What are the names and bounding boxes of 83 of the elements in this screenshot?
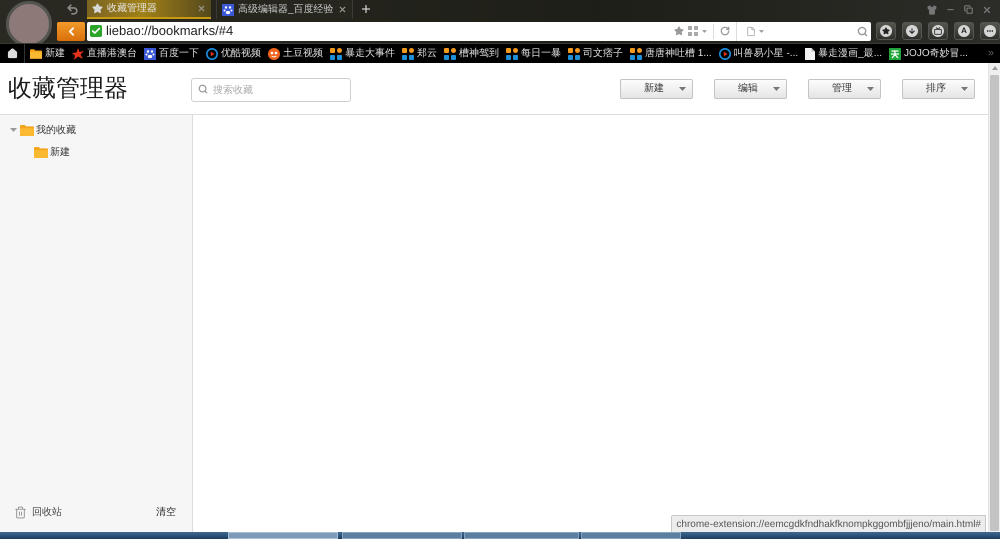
paw-icon: [222, 4, 234, 16]
scroll-up-icon[interactable]: [992, 66, 998, 70]
folder-icon: [20, 124, 34, 136]
scrollbar-thumb[interactable]: [990, 75, 999, 531]
bookmark-link[interactable]: 每日一暴: [521, 46, 561, 61]
search-icon: [198, 84, 208, 94]
face-icon: [268, 48, 280, 60]
play-icon: [718, 48, 731, 60]
caret-icon: [773, 86, 780, 90]
star-button[interactable]: [876, 22, 896, 40]
status-bubble: chrome-extension://eemcgdkfndhakfknompkggombfjjjeno/main.html#: [671, 515, 986, 532]
home-icon[interactable]: [6, 48, 18, 59]
undo-icon[interactable]: [66, 3, 78, 16]
star-icon[interactable]: [674, 26, 684, 36]
bookmark-link[interactable]: JOJO奇妙冒...: [904, 46, 968, 61]
star-icon: [880, 25, 892, 37]
bookmark-link[interactable]: 百度一下: [159, 46, 199, 61]
search-icon[interactable]: [857, 26, 868, 36]
menu-button[interactable]: 管理: [808, 78, 881, 98]
logo-icon: [330, 48, 342, 60]
logo-icon: [506, 48, 518, 60]
page-title: 收藏管理器: [8, 74, 129, 104]
close-icon[interactable]: [338, 5, 347, 14]
bookmark-link[interactable]: 暴走大事件: [345, 46, 395, 61]
star-icon: [92, 3, 103, 14]
refresh-icon[interactable]: [720, 26, 730, 36]
bookmark-link[interactable]: 新建: [45, 46, 65, 61]
burst-icon: [72, 48, 84, 60]
logo-icon: [630, 48, 642, 60]
caret-icon: [867, 86, 874, 90]
secure-check-icon: [90, 25, 102, 37]
back-button[interactable]: [57, 22, 85, 40]
bookmark-link[interactable]: 暴走漫画_最...: [818, 46, 882, 61]
bookmark-link[interactable]: 优酷视频: [221, 46, 261, 61]
trash-link[interactable]: 回收站: [32, 504, 62, 520]
bookmark-link[interactable]: 槽神驾到: [459, 46, 499, 61]
trash-icon: [14, 506, 27, 518]
menu-button[interactable]: 编辑: [714, 78, 787, 98]
paw-icon: [144, 48, 156, 60]
tree-item[interactable]: 我的收藏: [36, 122, 76, 138]
overflow-chevron[interactable]: »: [988, 45, 994, 62]
restore-icon[interactable]: [964, 5, 973, 14]
search-field[interactable]: 搜索收藏: [191, 78, 351, 102]
address-field[interactable]: liebao://bookmarks/#4: [87, 22, 871, 40]
new-tab-icon[interactable]: [360, 3, 372, 15]
reader-button[interactable]: A: [954, 22, 974, 40]
caret-icon: [702, 30, 707, 32]
tile-logo-icon: [889, 48, 902, 60]
caret-icon: [679, 86, 686, 90]
grid-icon[interactable]: [688, 26, 698, 36]
download-icon: [906, 25, 918, 37]
tree-item[interactable]: 新建: [50, 144, 70, 160]
page-icon[interactable]: [746, 26, 756, 36]
caret-icon: [759, 30, 764, 32]
folder-icon: [30, 48, 42, 58]
close-icon[interactable]: [197, 4, 206, 13]
bookmark-link[interactable]: 土豆视频: [283, 46, 323, 61]
folder-icon: [34, 146, 48, 158]
page-icon: [805, 48, 816, 60]
tv-button[interactable]: [928, 22, 948, 40]
bookmark-link[interactable]: 唐唐神吐槽 1...: [645, 46, 712, 61]
caret-icon: [961, 86, 968, 90]
tab-title: 收藏管理器: [107, 2, 158, 16]
play-icon: [206, 48, 218, 60]
menu-button[interactable]: 排序: [902, 78, 975, 98]
bookmark-link[interactable]: 郑云: [417, 46, 437, 61]
bookmark-link[interactable]: 叫兽易小星 -...: [734, 46, 798, 61]
more-button[interactable]: [980, 22, 1000, 40]
tab-title: 高级编辑器_百度经验: [238, 2, 334, 17]
browser-tab[interactable]: 高级编辑器_百度经验: [216, 0, 353, 19]
more-icon: [984, 25, 996, 37]
download-button[interactable]: [902, 22, 922, 40]
logo-icon: [568, 48, 580, 60]
bookmark-link[interactable]: 司文痞子: [583, 46, 623, 61]
url-text: liebao://bookmarks/#4: [106, 22, 234, 40]
tv-icon: [932, 25, 944, 37]
menu-button[interactable]: 新建: [620, 78, 693, 98]
shirt-icon[interactable]: [927, 4, 937, 14]
bookmark-link[interactable]: 直播港澳台: [87, 46, 137, 61]
logo-icon: [444, 48, 456, 60]
empty-trash-link[interactable]: 清空: [156, 504, 176, 520]
logo-icon: [402, 48, 414, 60]
close-icon[interactable]: [982, 4, 992, 14]
